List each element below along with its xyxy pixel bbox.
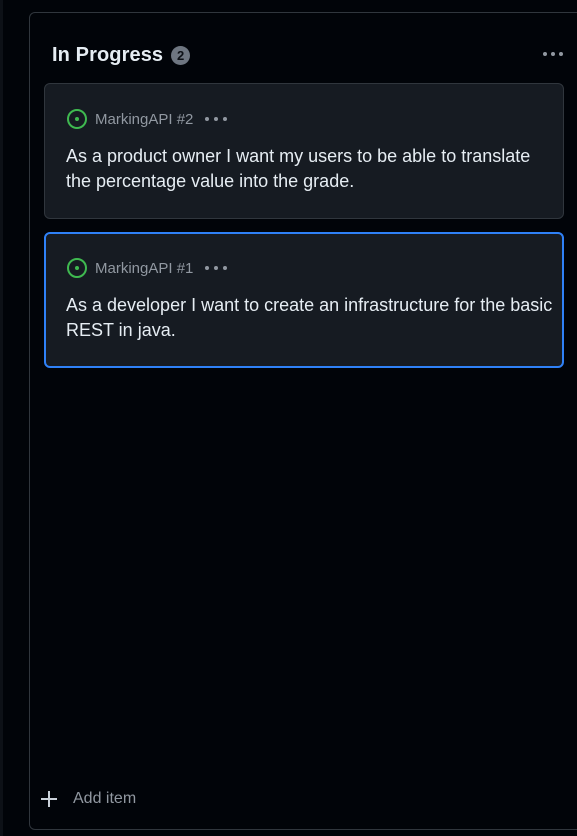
card-title-link[interactable]: As a product owner I want my users to be… <box>66 144 558 194</box>
board-column-in-progress: In Progress 2 MarkingAPI #2 As a product… <box>29 12 577 830</box>
left-edge <box>0 0 3 836</box>
kebab-horizontal-icon <box>543 52 563 56</box>
column-count-badge: 2 <box>171 45 191 65</box>
card-menu-button[interactable] <box>203 114 229 124</box>
card-menu-button[interactable] <box>203 263 229 273</box>
card-repo-ref[interactable]: MarkingAPI #2 <box>95 111 193 128</box>
issue-opened-icon <box>67 109 87 129</box>
column-header: In Progress 2 <box>52 42 191 68</box>
column-menu-button[interactable] <box>540 43 566 65</box>
add-item-button[interactable]: Add item <box>40 787 136 811</box>
column-title: In Progress <box>52 43 164 66</box>
project-card-selected[interactable]: MarkingAPI #1 As a developer I want to c… <box>44 232 564 368</box>
project-card[interactable]: MarkingAPI #2 As a product owner I want … <box>44 83 564 219</box>
plus-icon <box>40 790 58 808</box>
card-title-link[interactable]: As a developer I want to create an infra… <box>66 293 558 343</box>
card-meta: MarkingAPI #2 <box>66 108 229 130</box>
card-meta: MarkingAPI #1 <box>66 257 229 279</box>
project-board-frame: In Progress 2 MarkingAPI #2 As a product… <box>0 0 577 836</box>
card-repo-ref[interactable]: MarkingAPI #1 <box>95 260 193 277</box>
add-item-label: Add item <box>73 790 137 807</box>
issue-opened-icon <box>67 258 87 278</box>
